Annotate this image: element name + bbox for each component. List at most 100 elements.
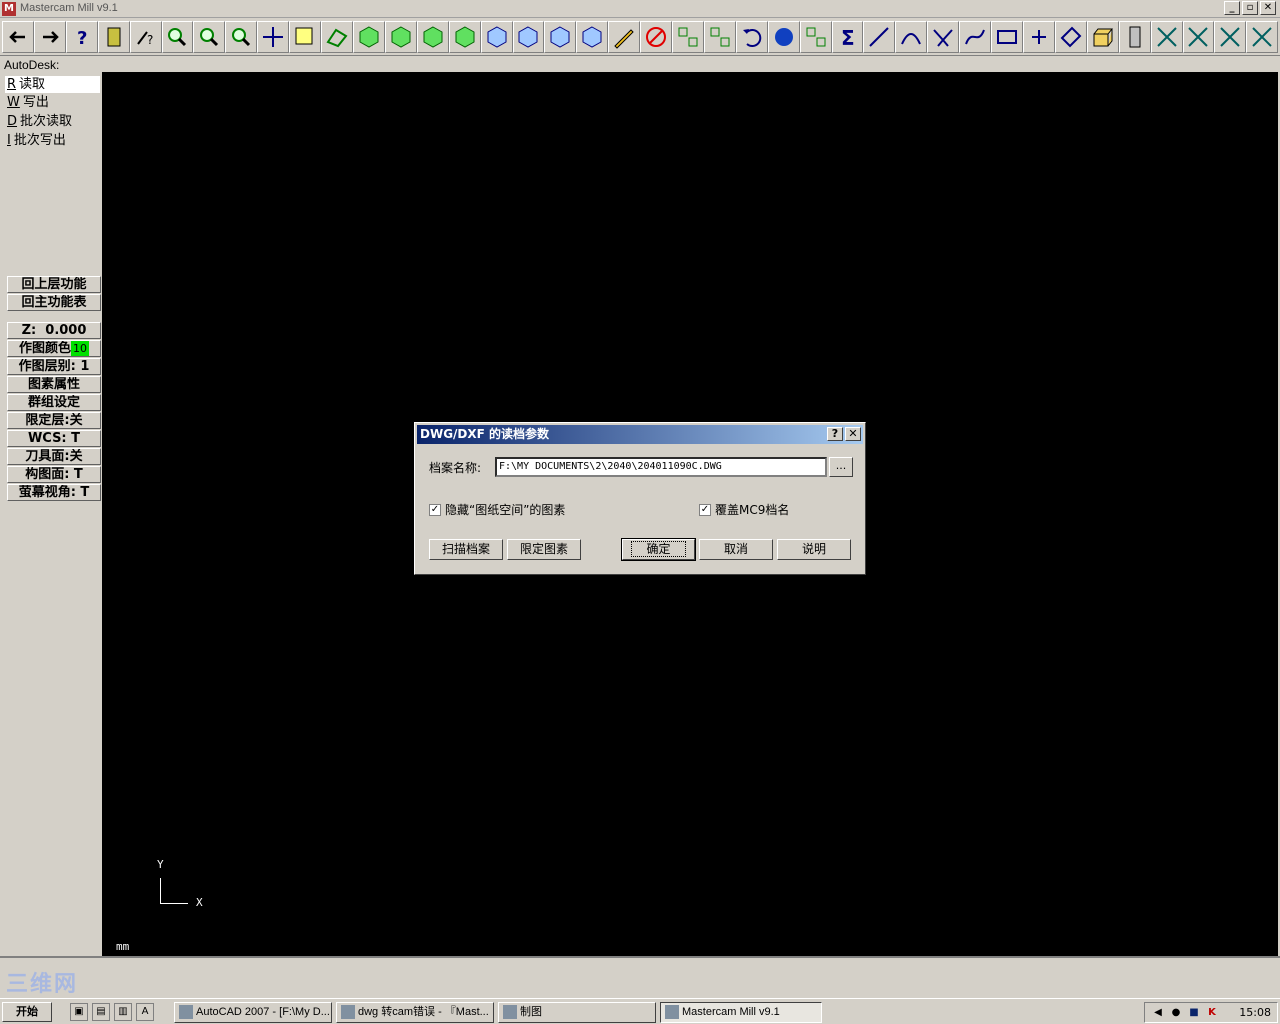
volume-icon[interactable]: ◀ [1151, 1006, 1165, 1020]
tree-tool-button[interactable] [1118, 21, 1151, 53]
cancel-button[interactable]: 取消 [699, 539, 773, 560]
main-menu-button[interactable]: 回主功能表 [7, 294, 101, 311]
monitor-icon[interactable]: ▤ [92, 1003, 110, 1021]
rectangle-tool-button[interactable] [991, 21, 1023, 53]
start-button[interactable]: 开始 [2, 1002, 52, 1022]
menu-item-batch-write[interactable]: I 批次写出 [5, 132, 100, 149]
pan-icon [263, 27, 284, 47]
translate-tool-button[interactable] [672, 21, 704, 53]
undo-tool-button[interactable] [735, 21, 768, 53]
delete-tool-button[interactable] [640, 21, 673, 53]
side-view-green-icon [455, 26, 475, 48]
gview-button[interactable]: 萤幕视角: T [7, 484, 101, 501]
autocad-icon[interactable]: A [136, 1003, 154, 1021]
group-tool-button[interactable] [799, 21, 832, 53]
network-icon[interactable]: ● [1169, 1006, 1183, 1020]
mastercam-task-icon [665, 1005, 679, 1020]
minimize-button[interactable]: _ [1224, 1, 1240, 15]
ok-button[interactable]: 确定 [621, 538, 696, 561]
menu-item-read[interactable]: R 读取 [5, 76, 100, 93]
trim-4-tool-button[interactable] [1246, 21, 1279, 53]
monitor-tray-icon[interactable]: ■ [1187, 1006, 1201, 1020]
checkmark-icon: ✓ [429, 503, 441, 516]
sum-tool-button[interactable]: Σ [831, 21, 864, 53]
filename-field[interactable]: F:\MY DOCUMENTS\2\2040\204011090C.DWG [495, 457, 827, 477]
cube-view-blue-3-tool-button[interactable] [544, 21, 577, 53]
task-folder[interactable]: 制图 [498, 1002, 656, 1023]
cube-view-blue-4-tool-button[interactable] [576, 21, 609, 53]
menu-item-batch-read[interactable]: D 批次读取 [5, 113, 100, 130]
transform-tool-button[interactable] [703, 21, 736, 53]
tplane-button[interactable]: 刀具面:关 [7, 448, 101, 465]
task-mastercam[interactable]: Mastercam Mill v9.1 [660, 1002, 822, 1023]
cube-view-blue-1-tool-button[interactable] [480, 21, 513, 53]
hide-paperspace-checkbox[interactable]: ✓ 隐藏“图纸空间”的图素 [429, 501, 565, 518]
help-button[interactable]: 说明 [777, 539, 851, 560]
overwrite-name-checkbox[interactable]: ✓ 覆盖MC9档名 [699, 501, 789, 518]
cube-view-blue-2-icon [518, 26, 538, 48]
front-view-green-tool-button[interactable] [416, 21, 449, 53]
back-menu-button[interactable]: 回上层功能 [7, 276, 101, 293]
zoom-out-icon [200, 28, 219, 47]
back-tool-button[interactable] [2, 21, 34, 53]
delete-icon [646, 27, 667, 47]
sphere-tool-button[interactable] [767, 21, 800, 53]
maximize-button[interactable]: ▫ [1242, 1, 1258, 15]
desktop-icon[interactable]: ▣ [70, 1003, 88, 1021]
solid-icon [1093, 28, 1113, 47]
mask-button[interactable]: 限定层:关 [7, 412, 101, 429]
task-label: dwg 转cam错误 - 『Mast... [358, 1006, 489, 1018]
top-view-green-tool-button[interactable] [384, 21, 417, 53]
forward-tool-button[interactable] [33, 21, 66, 53]
zoom-window-tool-button[interactable] [161, 21, 194, 53]
filename-label: 档案名称: [429, 461, 482, 475]
analyze-tool-button[interactable]: ? [129, 21, 162, 53]
surface-tool-button[interactable] [1054, 21, 1087, 53]
cube-view-blue-2-tool-button[interactable] [512, 21, 545, 53]
browse-button[interactable]: ... [829, 457, 853, 477]
dialog-help-button[interactable]: ? [827, 427, 843, 441]
trim-1-tool-button[interactable] [1150, 21, 1183, 53]
side-view-green-tool-button[interactable] [448, 21, 481, 53]
line-tool-button[interactable] [863, 21, 896, 53]
zoom-fit-tool-button[interactable] [225, 21, 258, 53]
zoom-out-tool-button[interactable] [193, 21, 226, 53]
z-depth-button[interactable]: Z: 0.000 [7, 322, 101, 339]
help-tool-button[interactable]: ? [65, 21, 98, 53]
calculator-tool-button[interactable] [97, 21, 130, 53]
arc-tool-button[interactable] [895, 21, 928, 53]
trim-2-tool-button[interactable] [1182, 21, 1215, 53]
antivirus-icon[interactable]: K [1205, 1006, 1219, 1020]
dialog-close-button[interactable]: ✕ [845, 427, 861, 441]
pencil-icon [614, 29, 634, 49]
menu-item-write[interactable]: W 写出 [5, 94, 100, 111]
folder-icon[interactable]: ▥ [114, 1003, 132, 1021]
fillet-tool-button[interactable] [927, 21, 960, 53]
top-view-green-icon [391, 26, 411, 48]
cplane-button[interactable]: 构图面: T [7, 466, 101, 483]
analyze-icon: ? [136, 31, 153, 47]
task-browser[interactable]: dwg 转cam错误 - 『Mast... [336, 1002, 494, 1023]
task-autocad[interactable]: AutoCAD 2007 - [F:\My D... [174, 1002, 332, 1023]
attributes-button[interactable]: 图素属性 [7, 376, 101, 393]
axis-indicator [160, 878, 188, 904]
limit-entities-button[interactable]: 限定图素 [507, 539, 581, 560]
select-tool-button[interactable] [289, 21, 322, 53]
scan-file-button[interactable]: 扫描档案 [429, 539, 503, 560]
mastercam-app-icon[interactable]: M [2, 2, 16, 16]
iso-view-green-tool-button[interactable] [352, 21, 385, 53]
trim-3-tool-button[interactable] [1214, 21, 1247, 53]
wcs-button[interactable]: WCS: T [7, 430, 101, 447]
spline-tool-button[interactable] [959, 21, 992, 53]
group-button[interactable]: 群组设定 [7, 394, 101, 411]
point-tool-button[interactable] [1023, 21, 1055, 53]
level-button[interactable]: 作图层别: 1 [7, 358, 101, 375]
color-button[interactable]: 作图颜色 10 [7, 340, 101, 357]
browser-task-icon [341, 1005, 355, 1020]
select-icon [295, 27, 313, 45]
pan-tool-button[interactable] [257, 21, 290, 53]
solid-tool-button[interactable] [1086, 21, 1119, 53]
close-button[interactable]: ✕ [1260, 1, 1276, 15]
pencil-tool-button[interactable] [608, 21, 641, 53]
rotate-tool-button[interactable] [321, 21, 353, 53]
